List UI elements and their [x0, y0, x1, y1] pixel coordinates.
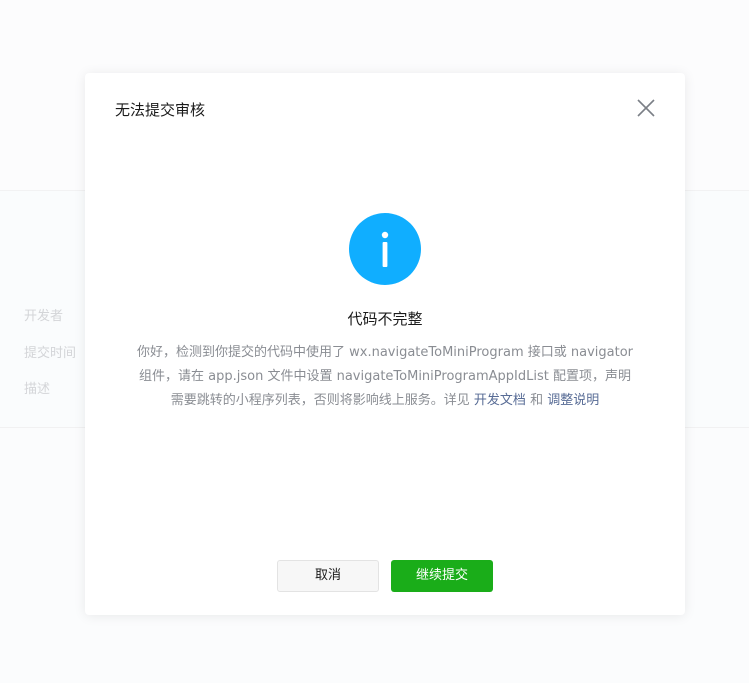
- dialog-heading: 代码不完整: [347, 310, 423, 328]
- cancel-button[interactable]: 取消: [277, 560, 379, 592]
- description-conjunction: 和: [525, 393, 548, 408]
- continue-submit-button[interactable]: 继续提交: [391, 560, 493, 592]
- page: 开发者 提交时间 描述 无法提交审核 代码不完整 你好，检测到你提交的代码中使用…: [0, 0, 749, 683]
- close-icon: [637, 99, 655, 117]
- close-button[interactable]: [633, 95, 659, 121]
- dialog-description: 你好，检测到你提交的代码中使用了 wx.navigateToMiniProgra…: [135, 341, 635, 413]
- adjustment-notes-link[interactable]: 调整说明: [547, 393, 599, 408]
- dialog-title: 无法提交审核: [115, 101, 206, 119]
- submit-review-dialog: 无法提交审核 代码不完整 你好，检测到你提交的代码中使用了 wx.navigat…: [85, 73, 685, 615]
- info-icon: [349, 213, 421, 285]
- dev-docs-link[interactable]: 开发文档: [474, 393, 526, 408]
